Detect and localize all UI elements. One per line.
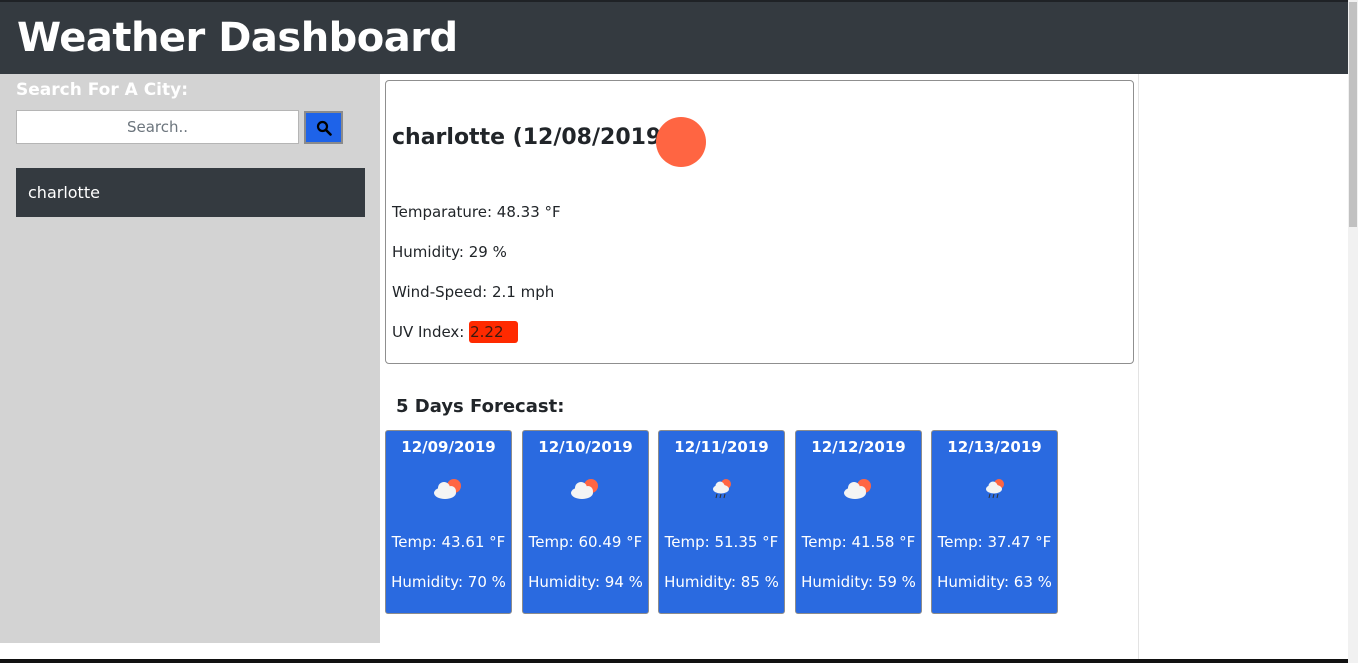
forecast-temp: Temp: 51.35 °F (664, 533, 779, 551)
current-weather-card: charlotte (12/08/2019) Temparature: 48.3… (385, 80, 1134, 364)
taskbar-edge (0, 659, 1348, 663)
forecast-card: 12/13/2019 Temp: 37.47 °F Humidity: 63 % (931, 430, 1058, 614)
partly-cloudy-icon (434, 479, 461, 499)
search-label: Search For A City: (16, 80, 189, 100)
search-icon (316, 120, 332, 136)
sidebar: Search For A City: charlotte (0, 74, 380, 643)
forecast-temp: Temp: 43.61 °F (391, 533, 506, 551)
sun-icon (656, 117, 706, 167)
forecast-date: 12/12/2019 (811, 438, 906, 456)
forecast-card: 12/09/2019 Temp: 43.61 °F Humidity: 70 % (385, 430, 512, 614)
uv-index-label: UV Index: (392, 323, 470, 341)
vertical-scrollbar[interactable] (1348, 0, 1358, 663)
forecast-date: 12/11/2019 (674, 438, 769, 456)
forecast-humidity: Humidity: 94 % (528, 573, 643, 591)
forecast-humidity: Humidity: 70 % (391, 573, 506, 591)
search-button[interactable] (304, 111, 343, 144)
forecast-card: 12/10/2019 Temp: 60.49 °F Humidity: 94 % (522, 430, 649, 614)
uv-index-row: UV Index: 2.22 (392, 321, 518, 343)
forecast-humidity: Humidity: 59 % (801, 573, 916, 591)
partly-cloudy-icon (844, 479, 871, 499)
forecast-card: 12/11/2019 Temp: 51.35 °F Humidity: 85 % (658, 430, 785, 614)
forecast-date: 12/09/2019 (401, 438, 496, 456)
current-city-title: charlotte (12/08/2019) (392, 125, 672, 150)
forecast-card: 12/12/2019 Temp: 41.58 °F Humidity: 59 % (795, 430, 922, 614)
forecast-temp: Temp: 37.47 °F (937, 533, 1052, 551)
humidity-text: Humidity: 29 % (392, 243, 507, 261)
history-item-charlotte[interactable]: charlotte (16, 168, 365, 217)
main-content: charlotte (12/08/2019) Temparature: 48.3… (380, 74, 1139, 663)
rain-cloud-icon (986, 479, 1004, 499)
forecast-date: 12/10/2019 (538, 438, 633, 456)
forecast-title: 5 Days Forecast: (396, 396, 565, 417)
forecast-temp: Temp: 41.58 °F (801, 533, 916, 551)
page-title: Weather Dashboard (17, 15, 458, 61)
temperature-text: Temparature: 48.33 °F (392, 203, 561, 221)
page-header: Weather Dashboard (0, 0, 1348, 74)
forecast-temp: Temp: 60.49 °F (528, 533, 643, 551)
uv-index-badge: 2.22 (469, 321, 518, 343)
forecast-humidity: Humidity: 63 % (937, 573, 1052, 591)
scrollbar-thumb[interactable] (1349, 2, 1357, 227)
wind-speed-text: Wind-Speed: 2.1 mph (392, 283, 555, 301)
rain-cloud-icon (713, 479, 731, 499)
search-input[interactable] (16, 110, 299, 144)
forecast-humidity: Humidity: 85 % (664, 573, 779, 591)
partly-cloudy-icon (571, 479, 598, 499)
forecast-date: 12/13/2019 (947, 438, 1042, 456)
